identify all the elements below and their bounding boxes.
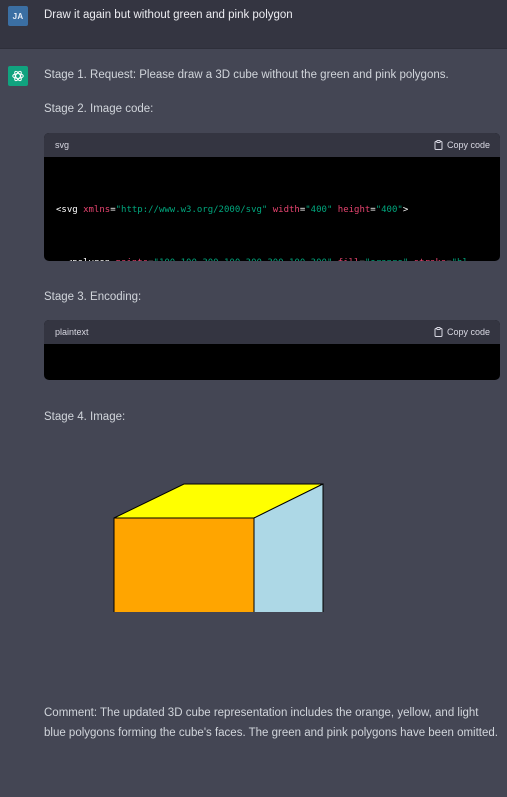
code-language-label: plaintext <box>55 327 89 337</box>
code-line: <svg xmlns="http://www.w3.org/2000/svg" … <box>56 205 409 215</box>
copy-code-label: Copy code <box>446 327 490 337</box>
code-block-header: plaintext Copy code <box>44 320 500 344</box>
code-content: <svg xmlns="http://www.w3.org/2000/svg" … <box>44 157 500 261</box>
openai-logo-icon <box>8 66 28 86</box>
code-block-header: svg Copy code <box>44 133 500 157</box>
clipboard-icon <box>434 327 443 337</box>
stage1-text: Stage 1. Request: Please draw a 3D cube … <box>44 69 449 81</box>
user-message-row: JA Draw it again but without green and p… <box>0 0 507 49</box>
stage2-text: Stage 2. Image code: <box>44 103 154 115</box>
stage4-text: Stage 4. Image: <box>44 411 126 423</box>
code-content: <svg xmlns="http://www.w3.org/2000/svg" … <box>44 344 500 380</box>
copy-code-label: Copy code <box>446 140 490 150</box>
cube-front-face <box>113 517 255 612</box>
user-avatar: JA <box>8 6 28 26</box>
comment-text: Comment: The updated 3D cube representat… <box>44 707 498 739</box>
svg-code-block: svg Copy code <svg xmlns="http://www.w3.… <box>44 133 500 261</box>
stage3-text: Stage 3. Encoding: <box>44 291 142 303</box>
plaintext-code-block: plaintext Copy code <svg xmlns="http://w… <box>44 320 500 380</box>
clipboard-icon <box>434 140 443 150</box>
code-line: <polygon points="100,100 300,100 300,300… <box>56 255 488 262</box>
copy-code-button[interactable]: Copy code <box>434 140 490 150</box>
copy-code-button[interactable]: Copy code <box>434 327 490 337</box>
code-language-label: svg <box>55 140 70 150</box>
assistant-message: Stage 1. Request: Please draw a 3D cube … <box>0 49 507 797</box>
cube-image <box>113 483 324 612</box>
user-message-text: Draw it again but without green and pink… <box>44 9 293 21</box>
